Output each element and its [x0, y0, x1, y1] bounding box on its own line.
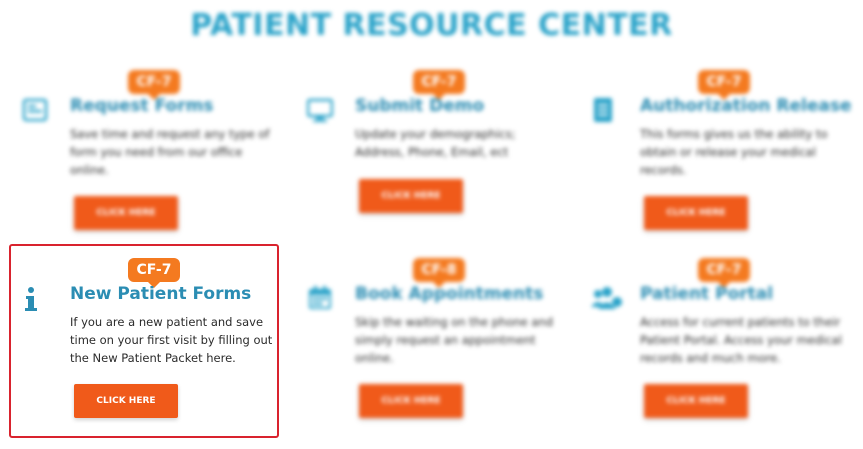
card-description: Update your demographics; Address, Phone…	[355, 127, 516, 159]
new-patient-forms-button[interactable]: CLICK HERE	[74, 384, 178, 418]
card-title: Authorization Release	[640, 96, 852, 116]
form-icon	[22, 98, 48, 122]
patient-portal-button[interactable]: CLICK HERE	[644, 384, 748, 418]
card-title: Submit Demo	[355, 96, 485, 116]
form-badge: CF-7	[698, 70, 750, 100]
form-badge: CF-7	[128, 70, 180, 100]
document-icon	[594, 98, 612, 122]
card-description: If you are a new patient and save time o…	[70, 315, 273, 365]
form-badge: CF-7	[698, 258, 750, 288]
card-authorization-release: CF-7 Authorization Release This forms gi…	[580, 70, 860, 260]
card-description: Skip the waiting on the phone and simply…	[355, 315, 554, 365]
card-description: Access for current patients to their Pat…	[640, 315, 842, 365]
form-badge: CF-8	[413, 258, 465, 288]
card-book-appointments: CF-8 Book Appointments Skip the waiting …	[295, 258, 575, 448]
page-title: PATIENT RESOURCE CENTER	[190, 8, 673, 43]
calendar-icon	[309, 286, 331, 309]
authorization-release-button[interactable]: CLICK HERE	[644, 196, 748, 230]
card-title: Patient Portal	[640, 284, 774, 304]
card-description: Save time and request any type of form y…	[70, 127, 270, 177]
request-forms-button[interactable]: CLICK HERE	[74, 196, 178, 230]
card-request-forms: CF-7 Request Forms Save time and request…	[10, 70, 290, 260]
form-badge: CF-7	[128, 258, 180, 288]
book-appointments-button[interactable]: CLICK HERE	[359, 384, 463, 418]
form-badge: CF-7	[413, 70, 465, 100]
card-patient-portal: CF-7 Patient Portal Access for current p…	[580, 258, 860, 448]
monitor-icon	[307, 98, 333, 122]
card-title: Request Forms	[70, 96, 214, 116]
submit-demo-button[interactable]: CLICK HERE	[359, 179, 463, 213]
users-icon	[591, 287, 622, 309]
info-icon	[25, 287, 37, 311]
card-title: Book Appointments	[355, 284, 544, 304]
card-submit-demo: CF-7 Submit Demo Update your demographic…	[295, 70, 575, 260]
card-title: New Patient Forms	[70, 284, 252, 304]
card-new-patient-forms: CF-7 New Patient Forms If you are a new …	[10, 258, 290, 448]
card-description: This forms gives us the ability to obtai…	[640, 127, 828, 177]
